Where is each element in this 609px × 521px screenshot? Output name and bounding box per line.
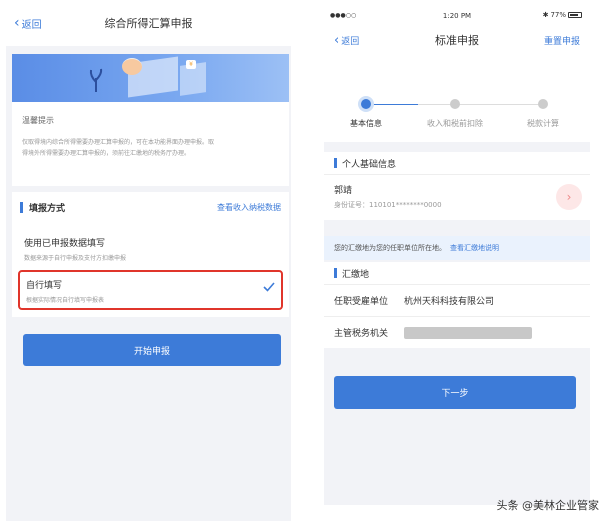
tax-office-label: 主管税务机关 [334,329,389,339]
back-label: 返回 [341,36,360,47]
section-bar [20,201,23,213]
right-nav-bar: ‹ 返回 标准申报 重置申报 [324,26,590,54]
info-banner: 您的汇缴地为您的任职单位所在地。 查看汇缴地说明 [324,236,590,260]
start-declaration-button[interactable]: 开始申报 [23,334,281,366]
personal-info-label: 个人基础信息 [342,159,397,170]
checkmark-icon [263,282,275,292]
status-bar: ●●●○○ 1:20 PM ✱ 77% [324,0,590,26]
banner-illustration: ¥ [12,54,289,102]
fill-method-card: 填报方式 查看收入纳税数据 使用已申报数据填写 数据来源于自行申报及支付方扣缴申… [12,192,289,317]
tip-text-line-1: 仅取得境内综合所得需要办理汇算申报的，可在本功能界面办理申报。取 [22,139,215,146]
battery-indicator: ✱ 77% [543,11,582,19]
chevron-right-icon[interactable]: › [556,184,582,210]
battery-percent: 77% [550,11,566,19]
location-section: 汇缴地 任职受雇单位 杭州天科科技有限公司 主管税务机关 [324,262,590,348]
step-label-basic: 基本信息 [350,119,382,128]
option-subtitle: 根据实际情况自行填写申报表 [26,297,105,304]
back-button[interactable]: ‹ 返回 [14,0,42,46]
chevron-left-icon: ‹ [334,32,340,48]
next-step-button[interactable]: 下一步 [334,376,576,409]
person-name: 郭靖 [334,186,353,196]
step-dot-basic [361,99,371,109]
page-title: 综合所得汇算申报 [104,17,193,30]
location-label: 汇缴地 [342,269,370,280]
bluetooth-icon: ✱ [542,11,549,19]
fill-method-label: 填报方式 [29,203,66,214]
personal-info-section: 个人基础信息 郭靖 身份证号：110101********0000 › [324,152,590,220]
section-bar [334,268,337,278]
option-self-fill[interactable]: 自行填写 根据实际情况自行填写申报表 [18,270,283,310]
fill-method-header: 填报方式 查看收入纳税数据 [12,192,289,222]
tax-office-row[interactable]: 主管税务机关 [324,316,590,348]
yuan-badge-icon: ¥ [186,60,196,69]
location-header: 汇缴地 [324,262,590,284]
step-label-income: 收入和税前扣除 [427,119,483,128]
tip-text-line-2: 得境外所得需要办理汇算申报的，须前往汇缴地的税务厅办理。 [22,150,191,157]
employer-row[interactable]: 任职受雇单位 杭州天科科技有限公司 [324,284,590,316]
tip-title: 温馨提示 [22,116,54,125]
page-title: 标准申报 [435,34,479,47]
person-illustration [122,58,142,75]
right-phone-screen: ●●●○○ 1:20 PM ✱ 77% ‹ 返回 标准申报 重置申报 基本信息 … [324,0,590,505]
step-label-tax: 税款计算 [527,119,559,128]
person-id: 身份证号：110101********0000 [334,201,442,209]
back-button[interactable]: ‹ 返回 [334,26,359,54]
info-text: 您的汇缴地为您的任职单位所在地。 [334,244,446,252]
person-row[interactable]: 郭靖 身份证号：110101********0000 › [324,174,590,220]
reset-declaration-button[interactable]: 重置申报 [544,26,580,54]
step-dot-income [450,99,460,109]
view-income-tax-link[interactable]: 查看收入纳税数据 [217,202,281,213]
option-title: 自行填写 [26,281,63,291]
personal-info-header: 个人基础信息 [324,152,590,174]
battery-icon [568,12,582,18]
tax-office-redacted [404,326,532,339]
employer-value: 杭州天科科技有限公司 [404,297,495,307]
tip-text: 仅取得境内综合所得需要办理汇算申报的，可在本功能界面办理申报。取 得境外所得需要… [22,137,279,159]
option-subtitle: 数据来源于自行申报及支付方扣缴申报 [24,255,127,262]
option-title: 使用已申报数据填写 [24,239,106,249]
tip-box: 温馨提示 仅取得境内综合所得需要办理汇算申报的，可在本功能界面办理申报。取 得境… [12,102,289,186]
back-label: 返回 [21,19,42,31]
plant-icon [89,68,103,92]
step-line-done [371,104,418,105]
option-use-declared-data[interactable]: 使用已申报数据填写 数据来源于自行申报及支付方扣缴申报 [18,230,283,270]
left-nav-bar: ‹ 返回 综合所得汇算申报 [6,0,291,46]
view-location-link[interactable]: 查看汇缴地说明 [450,243,499,253]
watermark: 头条 @美林企业管家 [496,499,600,512]
step-dot-tax [538,99,548,109]
chevron-left-icon: ‹ [14,15,20,31]
step-progress: 基本信息 收入和税前扣除 税款计算 [324,54,590,142]
employer-label: 任职受雇单位 [334,297,389,307]
left-phone-screen: ‹ 返回 综合所得汇算申报 ¥ 温馨提示 仅取得境内综合所得需要办理汇算申报的，… [6,0,291,521]
step-line-pending [418,104,546,105]
section-bar [334,158,337,168]
